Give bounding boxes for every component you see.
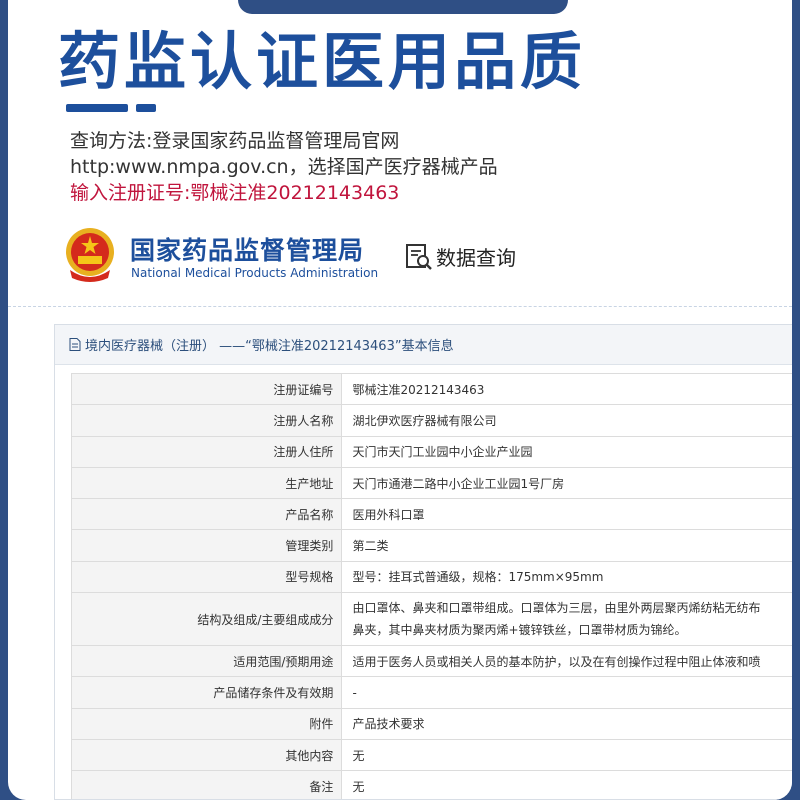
field-label: 备注 [70, 770, 343, 799]
search-document-icon[interactable] [404, 242, 434, 272]
data-query-link[interactable]: 数据查询 [436, 242, 516, 271]
headline-underline [66, 104, 128, 112]
field-label: 生产地址 [70, 466, 343, 500]
field-value: 第二类 [341, 529, 792, 562]
table-row: 备注 无 [70, 770, 792, 799]
table-row: 产品储存条件及有效期 - [70, 676, 792, 709]
field-label: 产品储存条件及有效期 [70, 676, 343, 709]
table-row: 产品名称 医用外科口罩 [70, 498, 792, 531]
national-emblem-icon [66, 228, 114, 282]
info-table: 注册证编号 鄂械注准20212143463 注册人名称 湖北伊欢医疗器械有限公司… [70, 372, 792, 799]
promo-frame: 药监认证医用品质 查询方法:登录国家药品监督管理局官网 http:www.nmp… [8, 0, 792, 800]
field-label: 产品名称 [70, 498, 343, 531]
field-value: 医用外科口罩 [341, 498, 792, 531]
agency-name-en: National Medical Products Administration [131, 266, 379, 280]
table-row: 其他内容 无 [70, 738, 792, 772]
field-value: 天门市通港二路中小企业工业园1号厂房 [341, 466, 792, 500]
top-decoration-bar [238, 0, 568, 14]
field-label: 管理类别 [70, 529, 343, 562]
instruction-line-1: 查询方法:登录国家药品监督管理局官网 [70, 130, 400, 152]
table-row: 注册人住所 天门市天门工业园中小企业产业园 [70, 435, 792, 468]
agency-name-cn: 国家药品监督管理局 [130, 236, 365, 265]
field-value-line-2: 鼻夹，其中鼻夹材质为聚丙烯+镀锌铁丝，口罩带材质为锦纶。 [352, 623, 687, 638]
field-value: 由口罩体、鼻夹和口罩带组成。口罩体为三层，由里外两层聚丙烯纺粘无纺布 鼻夹，其中… [341, 592, 792, 647]
info-panel: 境内医疗器械（注册） ——“鄂械注准20212143463”基本信息 注册证编号… [54, 324, 792, 800]
document-icon [69, 338, 81, 351]
table-row: 注册证编号 鄂械注准20212143463 [70, 372, 792, 406]
headline-underline-short [136, 104, 156, 112]
field-label: 注册人住所 [70, 435, 343, 468]
table-row: 生产地址 天门市通港二路中小企业工业园1号厂房 [70, 466, 792, 500]
field-label: 附件 [70, 707, 343, 740]
instruction-line-3: 输入注册证号:鄂械注准20212143463 [70, 182, 400, 204]
field-value: 无 [341, 770, 792, 799]
field-value: 适用于医务人员或相关人员的基本防护，以及在有创操作过程中阻止体液和喷 [341, 645, 792, 678]
field-value: 产品技术要求 [341, 707, 792, 740]
field-value: 湖北伊欢医疗器械有限公司 [341, 404, 792, 437]
field-label: 注册人名称 [70, 404, 343, 437]
headline: 药监认证医用品质 [58, 25, 587, 98]
field-value: 型号：挂耳式普通级，规格：175mm×95mm [341, 560, 792, 594]
panel-header: 境内医疗器械（注册） ——“鄂械注准20212143463”基本信息 [55, 325, 792, 365]
field-value: 鄂械注准20212143463 [341, 372, 792, 406]
table-row: 型号规格 型号：挂耳式普通级，规格：175mm×95mm [70, 560, 792, 594]
table-row: 适用范围/预期用途 适用于医务人员或相关人员的基本防护，以及在有创操作过程中阻止… [70, 645, 792, 678]
query-instructions: 查询方法:登录国家药品监督管理局官网 http:www.nmpa.gov.cn，… [70, 128, 498, 206]
instruction-line-2: http:www.nmpa.gov.cn，选择国产医疗器械产品 [70, 156, 498, 178]
field-label: 适用范围/预期用途 [70, 645, 343, 678]
table-row: 附件 产品技术要求 [70, 707, 792, 740]
divider [8, 306, 792, 307]
table-row: 注册人名称 湖北伊欢医疗器械有限公司 [70, 404, 792, 437]
field-label: 其他内容 [70, 738, 343, 772]
field-value: 无 [341, 738, 792, 772]
field-label: 型号规格 [70, 560, 343, 594]
table-row: 管理类别 第二类 [70, 529, 792, 562]
field-label: 结构及组成/主要组成成分 [70, 592, 343, 647]
field-label: 注册证编号 [70, 372, 343, 406]
table-row: 结构及组成/主要组成成分 由口罩体、鼻夹和口罩带组成。口罩体为三层，由里外两层聚… [70, 592, 792, 647]
field-value: - [341, 676, 792, 709]
field-value: 天门市天门工业园中小企业产业园 [341, 435, 792, 468]
panel-title: 境内医疗器械（注册） ——“鄂械注准20212143463”基本信息 [85, 339, 454, 354]
field-value-line-1: 由口罩体、鼻夹和口罩带组成。口罩体为三层，由里外两层聚丙烯纺粘无纺布 [352, 601, 761, 616]
